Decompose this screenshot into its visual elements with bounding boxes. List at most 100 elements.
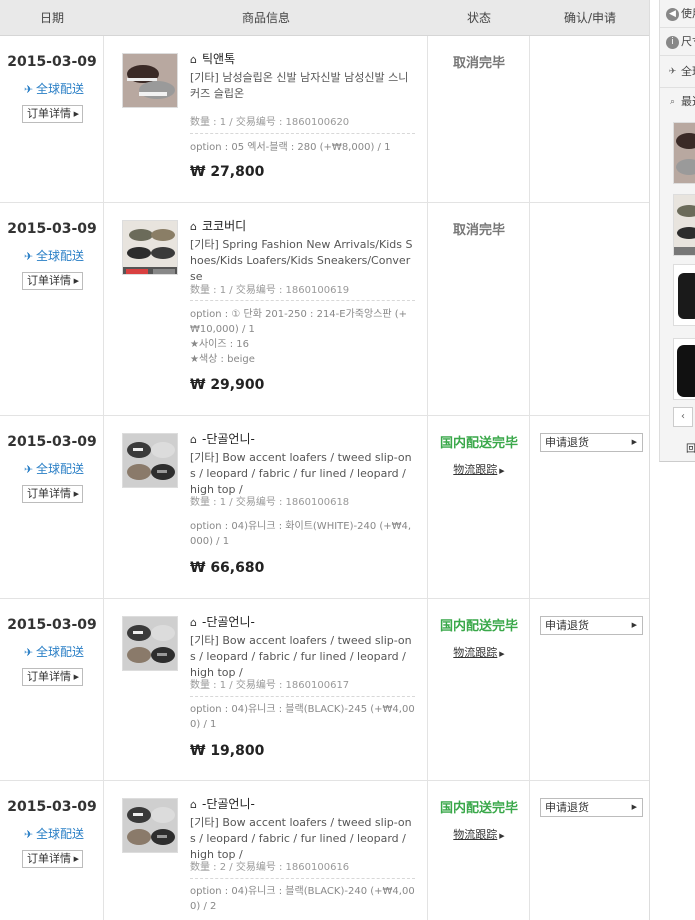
- arrow-right-icon: ▶: [499, 832, 505, 840]
- order-status: 国内配送完毕: [439, 436, 518, 451]
- product-thumbnail[interactable]: [122, 53, 178, 108]
- divider: [190, 878, 415, 879]
- product-option-color: ★색상 : beige: [190, 354, 255, 365]
- arrow-right-icon: ▶: [499, 650, 505, 658]
- home-icon: ⌂: [190, 798, 197, 811]
- order-detail-button[interactable]: 订单详情 ▶: [22, 668, 83, 686]
- shop-name[interactable]: ⌂ 코코버디: [190, 217, 246, 234]
- home-icon: ⌂: [190, 616, 197, 629]
- product-name[interactable]: [기타] 남성슬립온 신발 남자신발 남성신발 스니커즈 슬립온: [190, 70, 415, 102]
- product-name[interactable]: [기타] Spring Fashion New Arrivals/Kids Sh…: [190, 237, 415, 285]
- order-quantity-number: 数量 : 2 / 交易编号 : 1860100616: [190, 862, 350, 873]
- airplane-icon: ✈: [24, 463, 34, 476]
- recent-item-thumbnail[interactable]: [673, 194, 695, 256]
- table-row: 2015-03-09 ✈ 全球配送 订单详情 ▶ ⌂ -단골언니- [기타] Bow …: [0, 781, 649, 920]
- side-footer-label[interactable]: 回: [686, 440, 695, 455]
- global-shipping-badge: ✈ 全球配送: [24, 249, 85, 263]
- home-icon: ⌂: [190, 220, 197, 233]
- order-date: 2015-03-09: [7, 617, 97, 633]
- divider: [190, 300, 415, 301]
- airplane-icon: ✈: [24, 646, 34, 659]
- divider: [190, 696, 415, 697]
- product-thumbnail[interactable]: [122, 433, 178, 488]
- prev-arrow-button[interactable]: ‹: [673, 407, 693, 427]
- recent-item-thumbnail[interactable]: [673, 264, 695, 326]
- order-table: 日期 商品信息 状态 确认/申请 2015-03-09 ✈ 全球配送 订单详情 ▶ …: [0, 0, 650, 920]
- side-item-size[interactable]: i尺寸: [660, 28, 695, 56]
- side-item-use[interactable]: ◀使用: [660, 0, 695, 28]
- order-price: ₩ 19,800: [190, 743, 265, 759]
- recent-item-thumbnail[interactable]: [673, 338, 695, 400]
- order-quantity-number: 数量 : 1 / 交易编号 : 1860100617: [190, 680, 350, 691]
- info-icon: i: [666, 35, 679, 49]
- product-name[interactable]: [기타] Bow accent loafers / tweed slip-ons…: [190, 633, 415, 681]
- order-quantity-number: 数量 : 1 / 交易编号 : 1860100619: [190, 285, 350, 296]
- header-product-info: 商品信息: [241, 11, 290, 25]
- refund-request-button[interactable]: 申请退货 ▶: [540, 616, 643, 635]
- arrow-right-icon: ▶: [73, 855, 79, 863]
- arrow-right-icon: ▶: [73, 110, 79, 118]
- refund-request-button[interactable]: 申请退货 ▶: [540, 798, 643, 817]
- product-name[interactable]: [기타] Bow accent loafers / tweed slip-ons…: [190, 450, 415, 498]
- order-status: 取消完毕: [452, 223, 505, 238]
- arrow-right-icon: ▶: [73, 490, 79, 498]
- arrow-right-icon: ▶: [73, 277, 79, 285]
- shop-name[interactable]: ⌂ -단골언니-: [190, 795, 255, 812]
- product-thumbnail[interactable]: [122, 798, 178, 853]
- table-header: 日期 商品信息 状态 确认/申请: [0, 0, 649, 36]
- arrow-right-icon: ▶: [499, 467, 505, 475]
- side-item-recent[interactable]: ⌕最近: [660, 88, 695, 116]
- global-shipping-badge: ✈ 全球配送: [24, 645, 85, 659]
- order-date: 2015-03-09: [7, 434, 97, 450]
- order-detail-button[interactable]: 订单详情 ▶: [22, 485, 83, 503]
- product-option: option : 04)유니크 : 화이트(WHITE)-240 (+₩4,00…: [190, 521, 412, 547]
- tracking-link[interactable]: 物流跟踪 ▶: [428, 644, 530, 660]
- arrow-right-icon: ▶: [73, 673, 79, 681]
- airplane-icon: ✈: [668, 66, 677, 77]
- order-status: 国内配送完毕: [439, 619, 518, 634]
- order-date: 2015-03-09: [7, 799, 97, 815]
- order-price: ₩ 29,900: [190, 377, 265, 393]
- order-price: ₩ 66,680: [190, 560, 265, 576]
- order-detail-button[interactable]: 订单详情 ▶: [22, 105, 83, 123]
- product-option: option : 04)유니크 : 블랙(BLACK)-245 (+₩4,000…: [190, 704, 415, 730]
- order-detail-button[interactable]: 订单详情 ▶: [22, 272, 83, 290]
- home-icon: ⌂: [190, 53, 197, 66]
- order-date: 2015-03-09: [7, 221, 97, 237]
- arrow-right-icon: ▶: [631, 438, 637, 446]
- search-icon: ⌕: [669, 96, 676, 107]
- header-status: 状态: [466, 11, 491, 25]
- recent-item-thumbnail[interactable]: [673, 122, 695, 184]
- home-icon: ⌂: [190, 433, 197, 446]
- product-option-size: ★사이즈 : 16: [190, 339, 250, 350]
- side-item-global[interactable]: ✈全球: [660, 56, 695, 88]
- table-row: 2015-03-09 ✈ 全球配送 订单详情 ▶ ⌂ 코코버디 [기타] Spring…: [0, 203, 649, 416]
- order-quantity-number: 数量 : 1 / 交易编号 : 1860100618: [190, 497, 350, 508]
- global-shipping-badge: ✈ 全球配送: [24, 827, 85, 841]
- table-row: 2015-03-09 ✈ 全球配送 订单详情 ▶ ⌂ -단골언니- [기타] Bow …: [0, 599, 649, 781]
- shop-name[interactable]: ⌂ -단골언니-: [190, 430, 255, 447]
- global-shipping-badge: ✈ 全球配送: [24, 82, 85, 96]
- global-shipping-badge: ✈ 全球配送: [24, 462, 85, 476]
- product-option: option : 05 엑서-블랙 : 280 (+₩8,000) / 1: [190, 142, 391, 153]
- airplane-icon: ✈: [24, 83, 34, 96]
- header-confirm-apply: 确认/申请: [563, 11, 617, 25]
- tracking-link[interactable]: 物流跟踪 ▶: [428, 826, 530, 842]
- product-thumbnail[interactable]: [122, 616, 178, 671]
- order-date: 2015-03-09: [7, 54, 97, 70]
- speaker-icon: ◀: [666, 7, 679, 21]
- refund-request-button[interactable]: 申请退货 ▶: [540, 433, 643, 452]
- product-thumbnail[interactable]: [122, 220, 178, 275]
- order-status: 国内配送完毕: [439, 801, 518, 816]
- tracking-link[interactable]: 物流跟踪 ▶: [428, 461, 530, 477]
- order-detail-button[interactable]: 订单详情 ▶: [22, 850, 83, 868]
- airplane-icon: ✈: [24, 250, 34, 263]
- order-price: ₩ 27,800: [190, 164, 265, 180]
- shop-name[interactable]: ⌂ -단골언니-: [190, 613, 255, 630]
- airplane-icon: ✈: [24, 828, 34, 841]
- product-name[interactable]: [기타] Bow accent loafers / tweed slip-ons…: [190, 815, 415, 863]
- shop-name[interactable]: ⌂ 틱앤톡: [190, 50, 235, 67]
- table-row: 2015-03-09 ✈ 全球配送 订单详情 ▶ ⌂ -단골언니- [기타] Bow …: [0, 416, 649, 599]
- arrow-right-icon: ▶: [631, 621, 637, 629]
- order-quantity-number: 数量 : 1 / 交易编号 : 1860100620: [190, 117, 350, 128]
